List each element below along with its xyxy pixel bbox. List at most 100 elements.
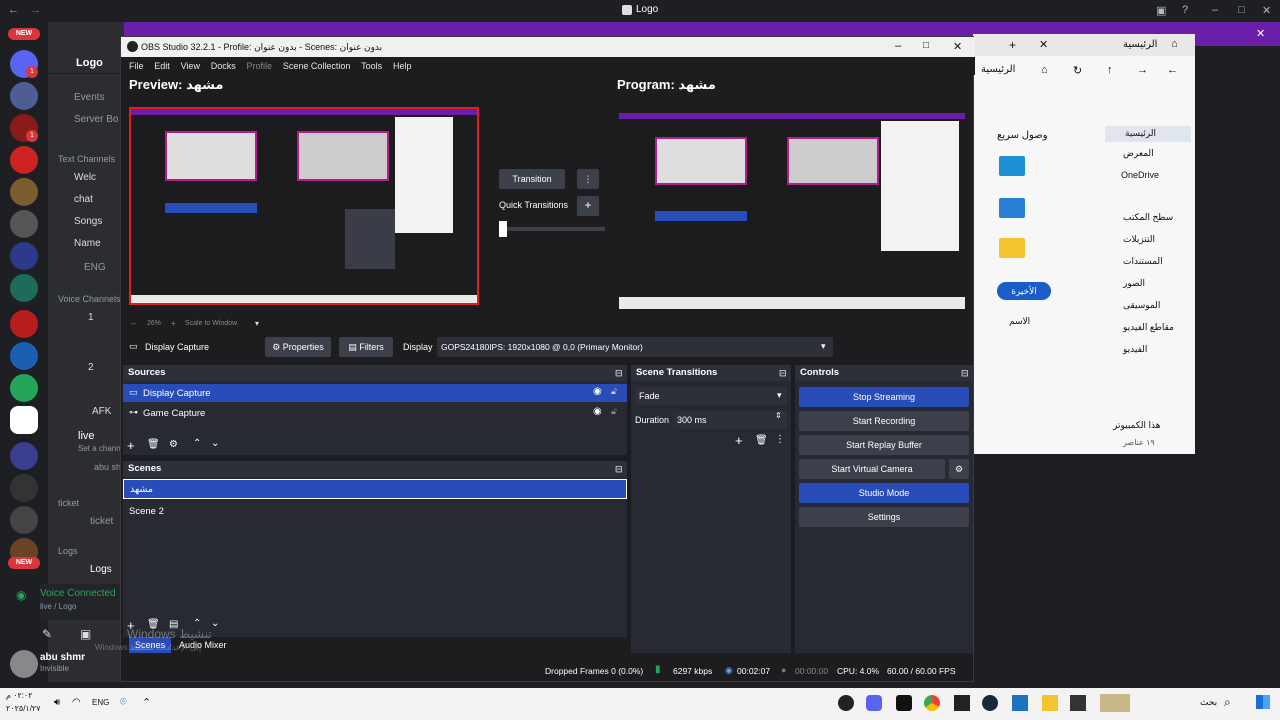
start-replay-buffer-button[interactable]: Start Replay Buffer <box>799 435 969 455</box>
lock-icon[interactable]: 🔓︎ <box>611 406 617 417</box>
visibility-eye-icon[interactable]: ◉ <box>593 386 602 397</box>
transition-slider-track[interactable] <box>501 227 605 231</box>
stop-streaming-button[interactable]: Stop Streaming <box>799 387 969 407</box>
lock-icon[interactable]: 🔓︎ <box>611 386 617 397</box>
new-tab-icon[interactable]: + <box>1009 38 1016 52</box>
nav-item-documents[interactable]: المستندات <box>1123 256 1163 267</box>
server-icon[interactable] <box>10 146 38 174</box>
capcut-taskbar-icon[interactable] <box>896 695 912 711</box>
scale-mode[interactable]: Scale to Window <box>185 320 237 327</box>
display-select[interactable]: GOPS24180IPS: 1920x1080 @ 0,0 (Primary M… <box>437 337 833 357</box>
dock-menu-icon[interactable]: ⊟ <box>615 365 623 381</box>
maximize-icon[interactable]: □ <box>1238 4 1245 16</box>
task-view-icon[interactable] <box>1070 695 1086 711</box>
dock-menu-icon[interactable]: ⊟ <box>615 461 623 477</box>
nav-item-gallery[interactable]: المعرض <box>1123 148 1154 159</box>
stepper-icon[interactable]: ⇕ <box>775 411 782 420</box>
back-arrow-icon[interactable]: ← <box>1167 64 1178 76</box>
menu-tools[interactable]: Tools <box>361 57 382 75</box>
transition-select[interactable]: Fade ▾ <box>635 387 787 405</box>
folder-icon[interactable] <box>999 156 1025 176</box>
server-icon[interactable] <box>10 506 38 534</box>
quick-access-label[interactable]: وصول سريع <box>997 130 1048 141</box>
avatar[interactable] <box>10 650 38 678</box>
category-voice-channels[interactable]: Voice Channels <box>58 294 124 304</box>
help-icon[interactable]: ? <box>1182 4 1188 16</box>
nav-item-pictures[interactable]: الصور <box>1123 278 1145 289</box>
visibility-eye-icon[interactable]: ◉ <box>593 406 602 417</box>
volume-icon[interactable]: 🔊︎ <box>54 697 60 708</box>
preview-canvas[interactable] <box>129 107 479 305</box>
server-icon[interactable] <box>10 82 38 110</box>
add-icon[interactable]: + <box>735 433 743 448</box>
gear-icon[interactable]: ⚙ <box>169 439 178 450</box>
pictures-folder-icon[interactable] <box>999 198 1025 218</box>
clock-date[interactable]: ٢٠٢٥/١/٢٧ <box>6 704 41 713</box>
close-tab-icon[interactable]: ✕ <box>1039 38 1048 51</box>
inbox-icon[interactable]: ▣ <box>1156 4 1166 17</box>
zoom-in-icon[interactable]: + <box>171 319 176 328</box>
server-icon[interactable] <box>10 178 38 206</box>
server-icon[interactable] <box>10 242 38 270</box>
back-arrow-icon[interactable]: ← <box>8 4 19 16</box>
menu-file[interactable]: File <box>129 57 144 75</box>
studio-mode-button[interactable]: Studio Mode <box>799 483 969 503</box>
nav-item-desktop[interactable]: سطح المكتب <box>1123 212 1173 223</box>
clock-time[interactable]: ٠٢:٠٢ م <box>6 691 33 700</box>
obs-taskbar-icon[interactable] <box>838 695 854 711</box>
start-icon[interactable] <box>1256 695 1270 709</box>
add-icon[interactable]: + <box>577 196 599 216</box>
source-row[interactable]: ⊶ Game Capture ◉ 🔓︎ <box>123 404 627 422</box>
server-icon[interactable] <box>10 210 38 238</box>
store-taskbar-icon[interactable] <box>1012 695 1028 711</box>
server-icon[interactable] <box>10 342 38 370</box>
terminal-taskbar-icon[interactable] <box>954 695 970 711</box>
nav-item-folder[interactable]: الفيديو <box>1123 344 1147 355</box>
search-label[interactable]: بحث <box>1200 697 1217 708</box>
category-ticket[interactable]: ticket <box>58 498 124 508</box>
trash-icon[interactable]: 🗑︎ <box>147 439 160 450</box>
gear-icon[interactable]: ⚙ <box>949 459 969 479</box>
home-icon[interactable]: ⌂ <box>1041 64 1048 76</box>
add-icon[interactable]: + <box>127 438 135 453</box>
more-icon[interactable]: ⋮ <box>577 169 599 189</box>
transition-button[interactable]: Transition <box>499 169 565 189</box>
forward-arrow-icon[interactable]: → <box>1137 64 1148 76</box>
move-down-icon[interactable]: ⌄ <box>211 618 219 629</box>
address-bar[interactable]: الرئيسية <box>981 64 1015 75</box>
menu-scene-collection[interactable]: Scene Collection <box>283 57 351 75</box>
screen-share-icon[interactable]: ▣ <box>80 627 91 641</box>
more-icon[interactable]: ⋮ <box>775 434 785 445</box>
logo-server-icon[interactable] <box>10 406 38 434</box>
microphone-icon[interactable]: ⌾ <box>120 696 127 709</box>
menu-docks[interactable]: Docks <box>211 57 236 75</box>
move-up-icon[interactable]: ⌃ <box>193 438 201 449</box>
maximize-icon[interactable]: □ <box>923 40 929 51</box>
menu-profile[interactable]: Profile <box>247 57 273 75</box>
category-logs[interactable]: Logs <box>58 546 124 556</box>
transition-slider-handle[interactable] <box>499 221 507 237</box>
chevron-up-icon[interactable]: ⌃ <box>142 696 151 709</box>
menu-view[interactable]: View <box>181 57 200 75</box>
chevron-down-icon[interactable]: ▾ <box>255 319 259 328</box>
steam-taskbar-icon[interactable] <box>982 695 998 711</box>
server-icon[interactable] <box>10 274 38 302</box>
dock-menu-icon[interactable]: ⊟ <box>779 365 787 381</box>
name-column-header[interactable]: الاسم <box>1009 316 1030 327</box>
language-indicator[interactable]: ENG <box>92 698 109 707</box>
forward-arrow-icon[interactable]: → <box>30 4 41 16</box>
home-icon[interactable]: ⌂ <box>1171 38 1178 50</box>
folder-icon[interactable] <box>999 238 1025 258</box>
start-virtual-camera-button[interactable]: Start Virtual Camera <box>799 459 945 479</box>
menu-edit[interactable]: Edit <box>154 57 170 75</box>
close-icon[interactable]: ✕ <box>953 40 962 53</box>
nav-item-this-pc[interactable]: هذا الكمبيوتر <box>1113 420 1160 431</box>
source-row[interactable]: ▭ Display Capture ◉ 🔓︎ <box>123 384 627 402</box>
dock-menu-icon[interactable]: ⊟ <box>961 365 969 381</box>
scene-row[interactable]: Scene 2 <box>123 501 627 521</box>
minimize-icon[interactable]: – <box>895 40 901 52</box>
scene-row[interactable]: مشهد <box>123 479 627 499</box>
settings-button[interactable]: Settings <box>799 507 969 527</box>
server-icon[interactable] <box>10 310 38 338</box>
wifi-icon[interactable]: ◠ <box>72 697 81 708</box>
